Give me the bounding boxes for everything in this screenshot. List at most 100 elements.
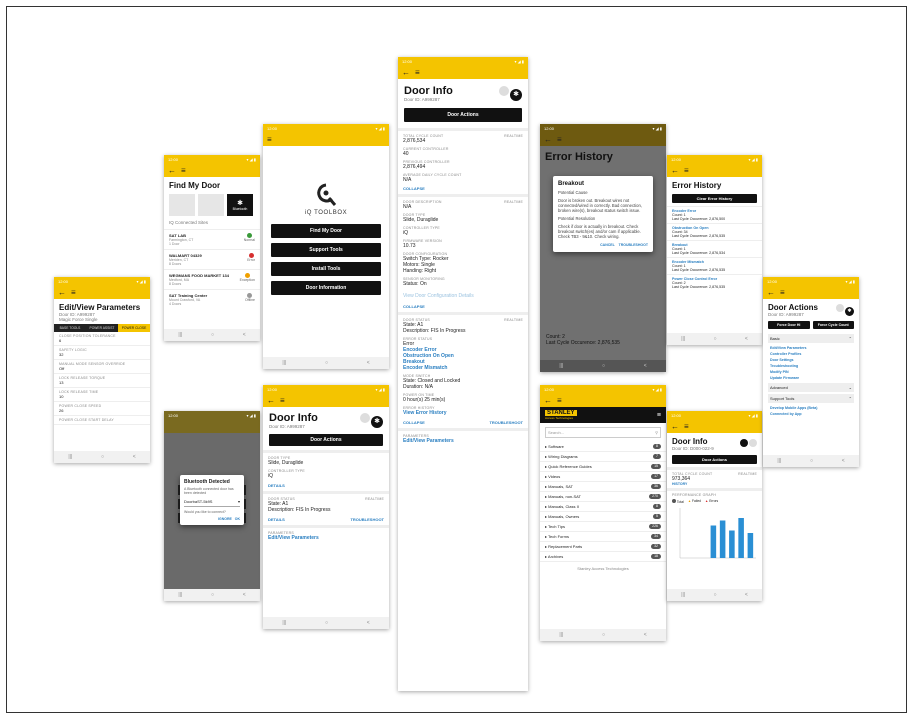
troubleshoot-button[interactable]: TROUBLESHOOT (619, 243, 648, 247)
recents-icon[interactable]: ||| (681, 336, 685, 342)
search-input[interactable]: Search... ⚲ (545, 427, 661, 438)
home-icon[interactable]: ○ (713, 592, 716, 598)
view-config-link[interactable]: View Door Configuration Details (403, 293, 523, 299)
more-icon[interactable] (835, 304, 844, 312)
category-item[interactable]: ▸ Manuals, Owners 5 (540, 512, 666, 522)
support-action-link[interactable]: Connected by App (770, 411, 852, 417)
chart-bar[interactable] (719, 520, 726, 559)
home-icon[interactable]: ○ (713, 336, 716, 342)
bluetooth-icon[interactable]: ✱ (845, 307, 854, 316)
collapse-link[interactable]: COLLAPSE (403, 304, 523, 309)
history-link[interactable]: HISTORY (672, 482, 757, 486)
home-icon[interactable]: ○ (211, 332, 214, 338)
ignore-button[interactable]: IGNORE (218, 517, 232, 521)
basic-action-link[interactable]: Update Firmware (770, 375, 852, 381)
edit-parameters-link[interactable]: Edit/View Parameters (268, 535, 384, 541)
back-nav-icon[interactable]: < (243, 332, 246, 338)
bluetooth-tile[interactable]: ✱ Bluetooth (227, 194, 253, 216)
site-row[interactable]: WALMART 04329 Meriden, CT 8 Doors Error (164, 249, 260, 269)
home-icon[interactable]: ○ (211, 592, 214, 598)
menu-icon[interactable]: ≡ (181, 166, 186, 175)
ok-button[interactable]: OK (235, 517, 240, 521)
menu-icon[interactable]: ≡ (557, 135, 562, 144)
back-icon[interactable]: ← (58, 288, 66, 297)
bluetooth-icon[interactable]: ✱ (371, 416, 383, 428)
home-icon[interactable]: ○ (325, 620, 328, 626)
tab-power-close[interactable]: POWER CLOSE (118, 324, 150, 332)
tab-base-tools[interactable]: BASE TOOLS (54, 324, 86, 332)
back-nav-icon[interactable]: < (367, 620, 370, 626)
recents-icon[interactable]: ||| (178, 332, 182, 338)
legend-total[interactable]: Total (672, 499, 684, 504)
category-item[interactable]: ▸ Wiring Diagrams 7 (540, 452, 666, 462)
menu-icon[interactable]: ≡ (780, 288, 785, 297)
door-actions-button[interactable]: Door Actions (672, 455, 757, 464)
realtime-toggle[interactable]: Realtime (365, 497, 384, 501)
recents-icon[interactable]: ||| (282, 360, 286, 366)
menu-icon[interactable]: ≡ (415, 68, 420, 77)
advanced-section-header[interactable]: Advanced ⌄ (768, 383, 854, 392)
menu-icon[interactable]: ≡ (267, 135, 272, 144)
recents-icon[interactable]: ||| (777, 458, 781, 464)
back-icon[interactable]: ← (402, 68, 410, 77)
back-nav-icon[interactable]: < (745, 592, 748, 598)
error-link[interactable]: Encoder Mismatch (403, 365, 523, 371)
back-icon[interactable]: ← (671, 166, 679, 175)
menu-icon[interactable]: ≡ (657, 412, 661, 419)
error-history-item[interactable]: Breakout Count: 1 Last Cycle Occurence: 2,… (667, 240, 762, 257)
legend-errors[interactable]: ▲ Errors (705, 499, 718, 504)
category-item[interactable]: ▸ Manuals, non-SAT 270 (540, 492, 666, 502)
cancel-button[interactable]: CANCEL (600, 243, 615, 247)
view-error-history-link[interactable]: View Error History (403, 410, 523, 416)
category-item[interactable]: ▸ Manuals, SAT 36 (540, 482, 666, 492)
category-item[interactable]: ▸ Archives 18 (540, 552, 666, 562)
category-item[interactable]: ▸ Tech Forms 34 (540, 532, 666, 542)
chart-bar[interactable] (747, 533, 754, 558)
menu-icon[interactable]: ≡ (280, 396, 285, 405)
scan-tile-1[interactable] (169, 194, 195, 216)
more-icon[interactable] (498, 86, 509, 96)
category-item[interactable]: ▸ Videos 17 (540, 472, 666, 482)
clear-error-history-button[interactable]: Clear Error History (672, 194, 757, 203)
parameter-row[interactable]: SAFETY LOGIC 32 (54, 346, 150, 360)
chart-bar[interactable] (738, 518, 744, 558)
troubleshoot-link[interactable]: TROUBLESHOOT (350, 517, 384, 522)
category-item[interactable]: ▸ Manuals, Class II 8 (540, 502, 666, 512)
recents-icon[interactable]: ||| (68, 454, 72, 460)
back-nav-icon[interactable]: < (644, 632, 647, 638)
legend-failed[interactable]: ▲ Failed (688, 499, 701, 504)
home-button-1[interactable]: Support Tools (271, 243, 381, 257)
back-nav-icon[interactable]: < (842, 458, 845, 464)
home-icon[interactable]: ○ (810, 458, 813, 464)
status-details-link[interactable]: DETAILS (268, 517, 285, 522)
home-button-3[interactable]: Door Information (271, 281, 381, 295)
scan-tile-2[interactable] (198, 194, 224, 216)
home-icon[interactable]: ○ (101, 454, 104, 460)
details-link[interactable]: DETAILS (268, 483, 384, 488)
troubleshoot-link[interactable]: TROUBLESHOOT (489, 420, 523, 425)
recents-icon[interactable]: ||| (282, 620, 286, 626)
parameter-row[interactable]: LOCK RELEASE TIME 10 (54, 388, 150, 402)
more-icon[interactable] (749, 439, 757, 447)
edit-parameters-link[interactable]: Edit/View Parameters (403, 438, 523, 444)
error-history-item[interactable]: Encoder Error Count: 1 Last Cycle Occurenc… (667, 206, 762, 223)
site-row[interactable]: SAT LAB Farmington, CT 1 Door Normal (164, 229, 260, 249)
home-icon[interactable]: ○ (602, 632, 605, 638)
site-row[interactable]: SAT Training Center Mount Crawford, VA 4 D… (164, 289, 260, 309)
chart-bar[interactable] (729, 530, 735, 559)
home-icon[interactable]: ○ (325, 360, 328, 366)
menu-icon[interactable]: ≡ (684, 422, 689, 431)
collapse-link[interactable]: COLLAPSE (403, 186, 523, 191)
parameter-row[interactable]: CLOSE POSITION TOLERANCE 6 (54, 332, 150, 346)
category-item[interactable]: ▸ Quick Reference Guides 15 (540, 462, 666, 472)
back-icon[interactable]: ← (544, 396, 552, 405)
parameter-row[interactable]: POWER CLOSE SPEED 26 (54, 402, 150, 416)
basic-section-header[interactable]: Basic ⌃ (768, 334, 854, 343)
realtime-toggle[interactable]: Realtime (504, 200, 523, 204)
chart-bar[interactable] (710, 525, 717, 559)
error-history-item[interactable]: Encoder Mismatch Count: 1 Last Cycle Occur… (667, 257, 762, 274)
bluetooth-icon[interactable]: ✱ (510, 89, 522, 101)
parameter-row[interactable]: MANUAL MODE SENSOR OVERRIDE Off (54, 360, 150, 374)
error-history-item[interactable]: Power Close Control Error Count: 2 Last Cy… (667, 274, 762, 291)
back-nav-icon[interactable]: < (243, 592, 246, 598)
